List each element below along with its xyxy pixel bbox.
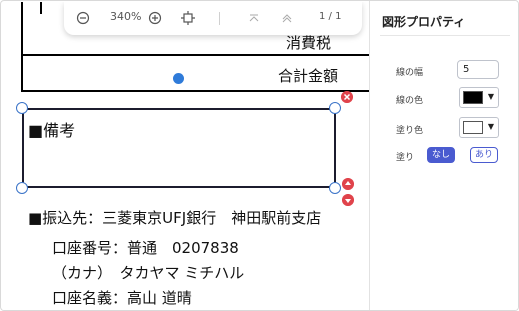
total-amount-label: 合計金額 xyxy=(278,67,339,85)
bring-forward-icon[interactable] xyxy=(342,178,354,190)
line-color-label: 線の色 xyxy=(396,96,424,106)
panel-divider xyxy=(380,35,510,36)
table-left-border xyxy=(21,2,23,92)
previous-page-icon[interactable] xyxy=(278,9,296,27)
line-width-label: 線の幅 xyxy=(396,68,424,78)
account-number: 口座番号：普通 0207838 xyxy=(52,239,239,257)
remarks-label: ■備考 xyxy=(28,121,76,140)
resize-handle-top-right[interactable] xyxy=(329,102,341,114)
zoom-in-icon[interactable] xyxy=(146,9,164,27)
table-bottom-border xyxy=(21,90,369,92)
send-backward-icon[interactable] xyxy=(342,194,354,206)
tax-label: 消費税 xyxy=(286,34,332,52)
fill-color-picker[interactable]: ▼ xyxy=(459,117,499,138)
dropdown-caret-icon: ▼ xyxy=(487,92,494,101)
floating-toolbar: 340% 1 / 1 xyxy=(64,2,362,35)
fit-page-icon[interactable] xyxy=(179,9,197,27)
fill-none-button[interactable]: なし xyxy=(427,147,455,163)
fill-color-label: 塗り色 xyxy=(396,126,424,136)
page-indicator: 1 / 1 xyxy=(319,11,342,22)
dropdown-caret-icon: ▼ xyxy=(487,122,494,131)
zoom-out-icon[interactable] xyxy=(74,9,92,27)
line-color-swatch xyxy=(463,91,483,104)
panel-title: 図形プロパティ xyxy=(382,15,466,29)
rotate-handle[interactable] xyxy=(173,73,184,84)
app-frame: 消費税 合計金額 340% 1 / 1 ■備考 ■振込先：三菱東京UFJ銀行 神… xyxy=(0,0,519,311)
resize-handle-bottom-right[interactable] xyxy=(329,182,341,194)
fill-label: 塗り xyxy=(396,153,415,163)
table-cell-divider xyxy=(40,2,42,14)
line-width-input[interactable]: 5 xyxy=(457,60,499,79)
account-kana: （カナ） タカヤマ ミチハル xyxy=(52,264,245,282)
account-name: 口座名義：高山 道晴 xyxy=(52,289,192,307)
shape-properties-panel: 図形プロパティ 線の幅 5 線の色 ▼ 塗り色 ▼ 塗り なし あり xyxy=(369,1,518,310)
resize-handle-bottom-left[interactable] xyxy=(16,182,28,194)
fill-yes-button[interactable]: あり xyxy=(470,147,498,163)
transfer-destination: ■振込先：三菱東京UFJ銀行 神田駅前支店 xyxy=(28,209,322,227)
toolbar-separator xyxy=(219,12,220,25)
first-page-icon[interactable] xyxy=(245,9,263,27)
delete-shape-icon[interactable] xyxy=(341,91,353,103)
line-color-picker[interactable]: ▼ xyxy=(459,87,499,108)
fill-color-swatch xyxy=(463,121,483,134)
resize-handle-top-left[interactable] xyxy=(16,102,28,114)
document-canvas[interactable]: 消費税 合計金額 340% 1 / 1 ■備考 ■振込先：三菱東京UFJ銀行 神… xyxy=(2,2,369,310)
table-row-divider xyxy=(21,54,369,56)
zoom-level: 340% xyxy=(110,10,142,23)
